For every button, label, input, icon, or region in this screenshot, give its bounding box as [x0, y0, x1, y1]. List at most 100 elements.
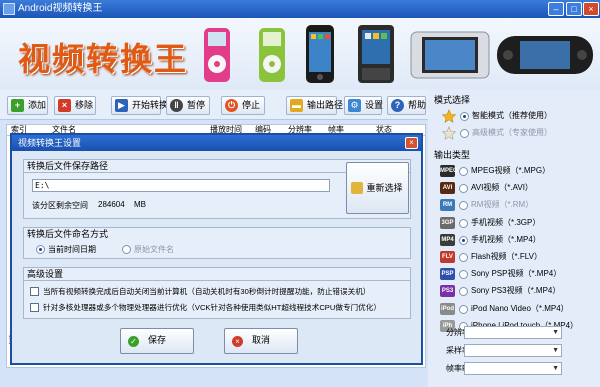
pause-button[interactable]: ‖ 暂停 — [166, 96, 210, 115]
naming-group-title: 转换后文件命名方式 — [27, 229, 109, 239]
output-path-label: 输出路径 — [307, 100, 344, 110]
format-label: Flash视频（*.FLV） — [471, 252, 542, 261]
dialog-titlebar: 视频转换王设置 × — [12, 135, 421, 151]
right-panel: 模式选择 智能模式（推荐使用） 高级模式（专家使用） 输出类型 MPEG MPEG… — [428, 90, 600, 387]
advanced-mode-radio[interactable] — [460, 129, 469, 138]
save-path-input[interactable]: E:\ — [32, 179, 330, 192]
format-radio[interactable] — [459, 184, 468, 194]
sample-rate-select[interactable] — [464, 344, 562, 357]
format-label: RM视频（*.RM） — [471, 200, 534, 210]
free-space-value: 284604 — [98, 200, 125, 209]
format-icon: PS3 — [440, 285, 455, 298]
format-label: Sony PS3视频（*.MP4） — [471, 286, 561, 296]
remove-icon: × — [58, 99, 71, 112]
reselect-button[interactable]: 重新选择 — [346, 162, 409, 214]
advanced-group-title: 高级设置 — [27, 269, 64, 279]
pause-icon: ‖ — [170, 99, 183, 112]
psp-icon — [497, 36, 593, 74]
format-label: AVI视频（*.AVI） — [471, 183, 533, 193]
app-banner: 视频转换王 — [0, 18, 600, 90]
current-time-label: 当前时间日期 — [48, 245, 96, 254]
settings-icon: ⚙ — [348, 99, 361, 112]
free-space-unit: MB — [134, 200, 146, 209]
auto-shutdown-label: 当所有视频转换完成后自动关闭当前计算机（自动关机时有30秒倒计时提醒功能，防止错… — [43, 287, 371, 296]
reselect-folder-icon — [351, 182, 363, 194]
close-window-button[interactable]: × — [583, 2, 599, 16]
dialog-close-button[interactable]: × — [405, 137, 418, 149]
free-space-label: 该分区剩余空间 — [32, 201, 88, 210]
format-icon: MP4 — [440, 233, 455, 246]
mode-section-title: 模式选择 — [434, 95, 471, 105]
settings-label: 设置 — [365, 100, 384, 110]
multicore-checkbox[interactable] — [30, 303, 39, 312]
app-icon — [3, 3, 15, 15]
android-phone-icon — [358, 25, 394, 83]
format-radio[interactable] — [459, 201, 468, 211]
save-label: 保存 — [147, 335, 166, 345]
auto-shutdown-checkbox[interactable] — [30, 287, 39, 296]
naming-group: 转换后文件命名方式 当前时间日期 原始文件名 — [23, 227, 411, 259]
format-icon: PSP — [440, 268, 455, 281]
format-radio[interactable] — [459, 287, 468, 297]
ipod-shuffle-icon — [259, 28, 285, 82]
start-convert-button[interactable]: ▶ 开始转换 — [111, 96, 168, 115]
save-button[interactable]: ✓ 保存 — [120, 328, 194, 354]
settings-button[interactable]: ⚙ 设置 — [344, 96, 384, 115]
current-time-radio[interactable] — [36, 245, 45, 254]
ipod-nano-icon — [204, 28, 230, 82]
group-divider — [24, 280, 410, 281]
film-icon: ▶ — [115, 99, 128, 112]
help-label: 帮助 — [408, 100, 427, 110]
reselect-label: 重新选择 — [366, 183, 403, 193]
format-icon: FLV — [440, 251, 455, 263]
remove-label: 移除 — [75, 100, 94, 110]
format-radio[interactable] — [459, 235, 468, 245]
ipod-touch-icon — [410, 31, 490, 79]
advanced-settings-group: 高级设置 当所有视频转换完成后自动关闭当前计算机（自动关机时有30秒倒计时提醒功… — [23, 267, 411, 319]
output-type-title: 输出类型 — [434, 150, 471, 160]
multicore-label: 针对多核处理器或多个物理处理器进行优化（VCK针对各种使用类似HT超线程技术CP… — [43, 303, 381, 312]
window-titlebar: Android视频转换王 – □ × — [0, 0, 600, 18]
add-label: 添加 — [28, 100, 47, 110]
format-label: MPEG视频（*.MPG） — [471, 166, 551, 175]
format-label: 手机视频（*.MP4） — [471, 234, 541, 244]
add-button[interactable]: + 添加 — [7, 96, 48, 115]
remove-button[interactable]: × 移除 — [54, 96, 96, 115]
original-name-label: 原始文件名 — [134, 245, 174, 254]
original-name-radio[interactable] — [122, 245, 131, 254]
format-icon: iPod — [440, 302, 455, 315]
dialog-title: 视频转换王设置 — [18, 138, 82, 148]
output-path-button[interactable]: ▬ 输出路径 — [286, 96, 343, 115]
cancel-button[interactable]: × 取消 — [224, 328, 298, 354]
format-icon: MPEG — [440, 165, 458, 177]
help-icon: ? — [391, 99, 404, 112]
advanced-mode-label: 高级模式（专家使用） — [472, 128, 552, 137]
smart-mode-radio[interactable] — [460, 112, 469, 121]
stop-button[interactable]: ⏻ 停止 — [221, 96, 265, 115]
format-radio[interactable] — [459, 218, 468, 228]
cancel-label: 取消 — [251, 335, 270, 345]
fps-select[interactable] — [464, 362, 562, 375]
plus-icon: + — [11, 99, 24, 112]
format-label: Sony PSP视频（*.MP4） — [471, 269, 562, 279]
iphone-icon — [306, 25, 334, 83]
stop-label: 停止 — [242, 100, 261, 110]
format-icon: RM — [440, 199, 455, 212]
maximize-button[interactable]: □ — [566, 2, 582, 16]
smart-mode-icon — [441, 109, 457, 123]
advanced-mode-icon — [441, 126, 457, 140]
format-radio[interactable] — [459, 304, 468, 314]
minimize-button[interactable]: – — [548, 2, 564, 16]
window-title: Android视频转换王 — [18, 3, 103, 14]
format-radio[interactable] — [459, 253, 468, 262]
format-radio[interactable] — [459, 270, 468, 280]
save-path-group: 转换后文件保存路径 E:\ 该分区剩余空间 284604 MB 重新选择 — [23, 159, 411, 219]
check-icon: ✓ — [128, 336, 139, 347]
resolution-select[interactable] — [464, 326, 562, 339]
power-icon: ⏻ — [225, 99, 238, 112]
format-label: iPod Nano Video（*.MP4） — [471, 303, 569, 313]
help-button[interactable]: ? 帮助 — [387, 96, 426, 115]
format-radio[interactable] — [459, 167, 468, 176]
format-icon: 3GP — [440, 216, 455, 229]
main-toolbar: + 添加 × 移除 ▶ 开始转换 ‖ 暂停 ⏻ 停止 ▬ 输出路径 ⚙ 设置 ?… — [0, 90, 428, 120]
